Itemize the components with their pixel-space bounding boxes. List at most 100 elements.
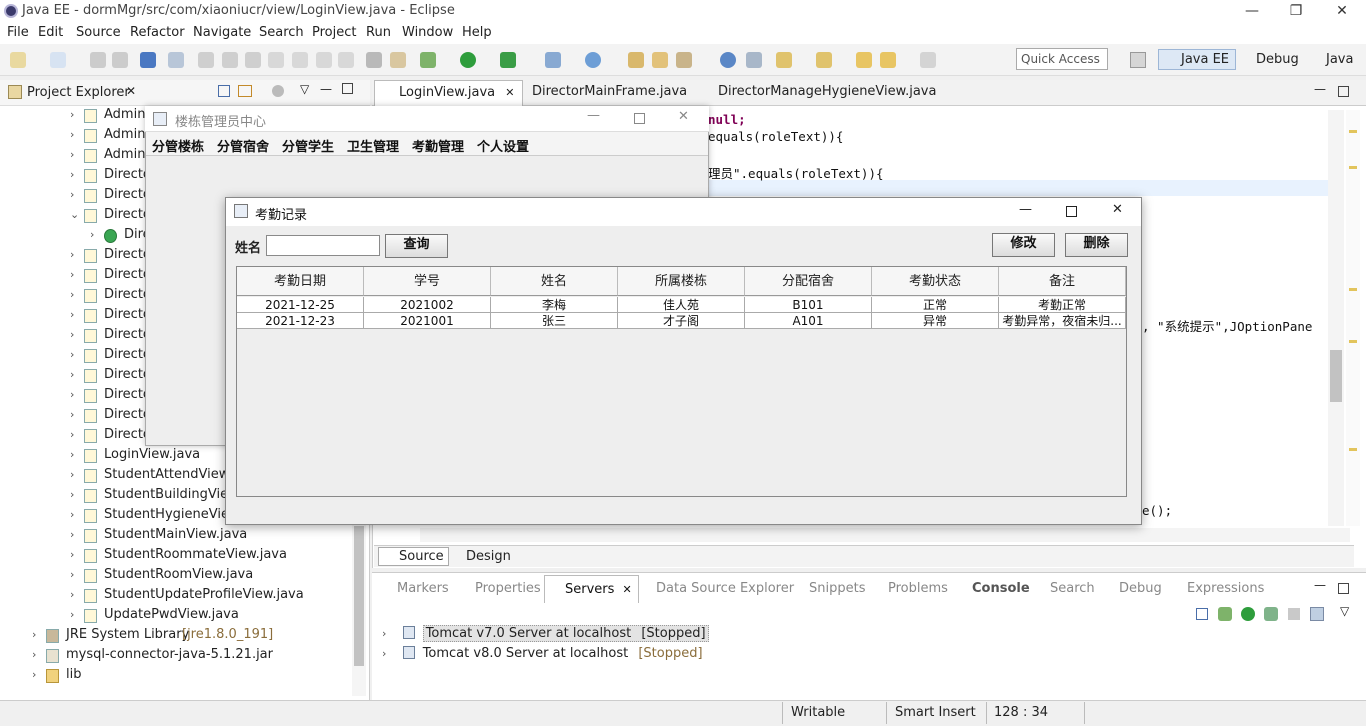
expand-arrow-icon[interactable]: ›: [70, 288, 74, 301]
expand-arrow-icon[interactable]: ›: [70, 568, 74, 581]
tab-console[interactable]: Console: [972, 581, 1030, 596]
collapse-all-icon[interactable]: [218, 85, 230, 97]
expand-arrow-icon[interactable]: ›: [70, 448, 74, 461]
tab-source[interactable]: Source: [378, 547, 449, 566]
perspective-debug[interactable]: Debug: [1238, 52, 1299, 67]
expand-arrow-icon[interactable]: ›: [70, 248, 74, 261]
menu-personal-settings[interactable]: 个人设置: [477, 136, 529, 155]
column-header[interactable]: 姓名: [491, 267, 618, 296]
table-cell[interactable]: 异常: [872, 313, 999, 329]
editor-minimize-icon[interactable]: —: [1314, 82, 1326, 96]
tab-expressions[interactable]: Expressions: [1187, 581, 1264, 596]
prev-annotation-icon[interactable]: [816, 52, 832, 68]
ruler-marker[interactable]: [1349, 130, 1357, 133]
menu-buildings[interactable]: 分管楼栋: [152, 136, 204, 155]
expand-arrow-icon[interactable]: ›: [70, 488, 74, 501]
table-cell[interactable]: 张三: [491, 313, 618, 329]
next-annotation-icon[interactable]: [776, 52, 792, 68]
server-collapse-icon[interactable]: [1196, 608, 1208, 620]
column-header[interactable]: 备注: [999, 267, 1126, 296]
link-editor-icon[interactable]: [238, 85, 252, 97]
table-cell[interactable]: B101: [745, 297, 872, 313]
step-return-icon[interactable]: [316, 52, 332, 68]
tab-data-source-explorer[interactable]: Data Source Explorer: [656, 581, 794, 596]
bottom-maximize-icon[interactable]: [1338, 583, 1349, 594]
server-debug-icon[interactable]: [1218, 607, 1232, 621]
expand-arrow-icon[interactable]: ›: [70, 268, 74, 281]
quick-access-input[interactable]: Quick Access: [1016, 48, 1108, 70]
expand-arrow-icon[interactable]: ›: [70, 508, 74, 521]
menu-source[interactable]: Source: [76, 25, 121, 40]
expand-arrow-icon[interactable]: ›: [70, 388, 74, 401]
tab-directormanagehygieneview[interactable]: DirectorManageHygieneView.java: [698, 84, 936, 99]
column-header[interactable]: 学号: [364, 267, 491, 296]
terminal-icon[interactable]: [140, 52, 156, 68]
menu-navigate[interactable]: Navigate: [193, 25, 251, 40]
ruler-marker[interactable]: [1349, 288, 1357, 291]
filters-icon[interactable]: [272, 85, 284, 97]
save-all-icon[interactable]: [112, 52, 128, 68]
dorm-maximize-icon[interactable]: [634, 113, 645, 124]
table-cell[interactable]: 考勤正常: [999, 297, 1126, 313]
menu-help[interactable]: Help: [462, 25, 492, 40]
expand-arrow-icon[interactable]: ›: [70, 428, 74, 441]
expand-arrow-icon[interactable]: ›: [382, 627, 386, 640]
drop-frame-icon[interactable]: [338, 52, 354, 68]
menu-refactor[interactable]: Refactor: [130, 25, 185, 40]
new-type-icon[interactable]: [50, 52, 66, 68]
maximize-view-icon[interactable]: [342, 83, 353, 94]
suspend-icon[interactable]: [222, 52, 238, 68]
tab-search[interactable]: Search: [1050, 581, 1095, 596]
restore-icon[interactable]: ❐: [1276, 0, 1316, 22]
column-header[interactable]: 分配宿舍: [745, 267, 872, 296]
tab-properties[interactable]: Properties: [475, 581, 541, 596]
skip-breakpoints-icon[interactable]: [168, 52, 184, 68]
tab-design[interactable]: Design: [446, 548, 515, 565]
server-profile-icon[interactable]: [1264, 607, 1278, 621]
ruler-marker[interactable]: [1349, 340, 1357, 343]
globe-icon[interactable]: [720, 52, 736, 68]
ruler-marker[interactable]: [1349, 448, 1357, 451]
dorm-close-icon[interactable]: ✕: [678, 109, 689, 124]
resume-icon[interactable]: [198, 52, 214, 68]
tab-servers[interactable]: Servers ✕: [544, 575, 639, 603]
edit-button[interactable]: 修改: [992, 233, 1055, 257]
column-header[interactable]: 考勤状态: [872, 267, 999, 296]
expand-arrow-icon[interactable]: ›: [32, 648, 36, 661]
expand-arrow-icon[interactable]: ›: [70, 148, 74, 161]
expanded-arrow-icon[interactable]: ⌄: [70, 208, 79, 221]
debug-icon[interactable]: [420, 52, 436, 68]
menu-attendance[interactable]: 考勤管理: [412, 136, 464, 155]
close-icon[interactable]: ✕: [1322, 0, 1362, 22]
search-tool-icon[interactable]: [676, 52, 692, 68]
open-task-icon[interactable]: [652, 52, 668, 68]
table-cell[interactable]: 2021001: [364, 313, 491, 329]
editor-scroll-thumb[interactable]: [1330, 350, 1342, 402]
new-icon[interactable]: [10, 52, 26, 68]
tab-debug[interactable]: Debug: [1119, 581, 1162, 596]
ruler-marker[interactable]: [1349, 166, 1357, 169]
expand-arrow-icon[interactable]: ›: [70, 168, 74, 181]
project-explorer-title[interactable]: Project Explorer: [27, 85, 130, 100]
tab-problems[interactable]: Problems: [888, 581, 948, 596]
server-row-tomcat7[interactable]: › Tomcat v7.0 Server at localhost [Stopp…: [382, 625, 709, 644]
dorm-minimize-icon[interactable]: —: [587, 108, 600, 123]
editor-horizontal-scrollbar[interactable]: [420, 528, 1350, 542]
expand-arrow-icon[interactable]: ›: [70, 528, 74, 541]
table-cell[interactable]: 2021-12-23: [237, 313, 364, 329]
expand-arrow-icon[interactable]: ›: [382, 647, 386, 660]
expand-arrow-icon[interactable]: ›: [70, 368, 74, 381]
menu-search[interactable]: Search: [259, 25, 304, 40]
run-external-icon[interactable]: [500, 52, 516, 68]
expand-arrow-icon[interactable]: ›: [32, 668, 36, 681]
attendance-maximize-icon[interactable]: [1066, 206, 1077, 217]
open-perspective-icon[interactable]: [1130, 52, 1146, 68]
menu-dorms[interactable]: 分管宿舍: [217, 136, 269, 155]
table-cell[interactable]: 才子阁: [618, 313, 745, 329]
minimize-icon[interactable]: —: [1232, 0, 1272, 22]
expand-arrow-icon[interactable]: ›: [70, 468, 74, 481]
perspective-javaee[interactable]: Java EE: [1158, 49, 1237, 70]
table-cell[interactable]: 2021-12-25: [237, 297, 364, 313]
perspective-java[interactable]: Java: [1308, 52, 1353, 67]
column-header[interactable]: 所属楼栋: [618, 267, 745, 296]
